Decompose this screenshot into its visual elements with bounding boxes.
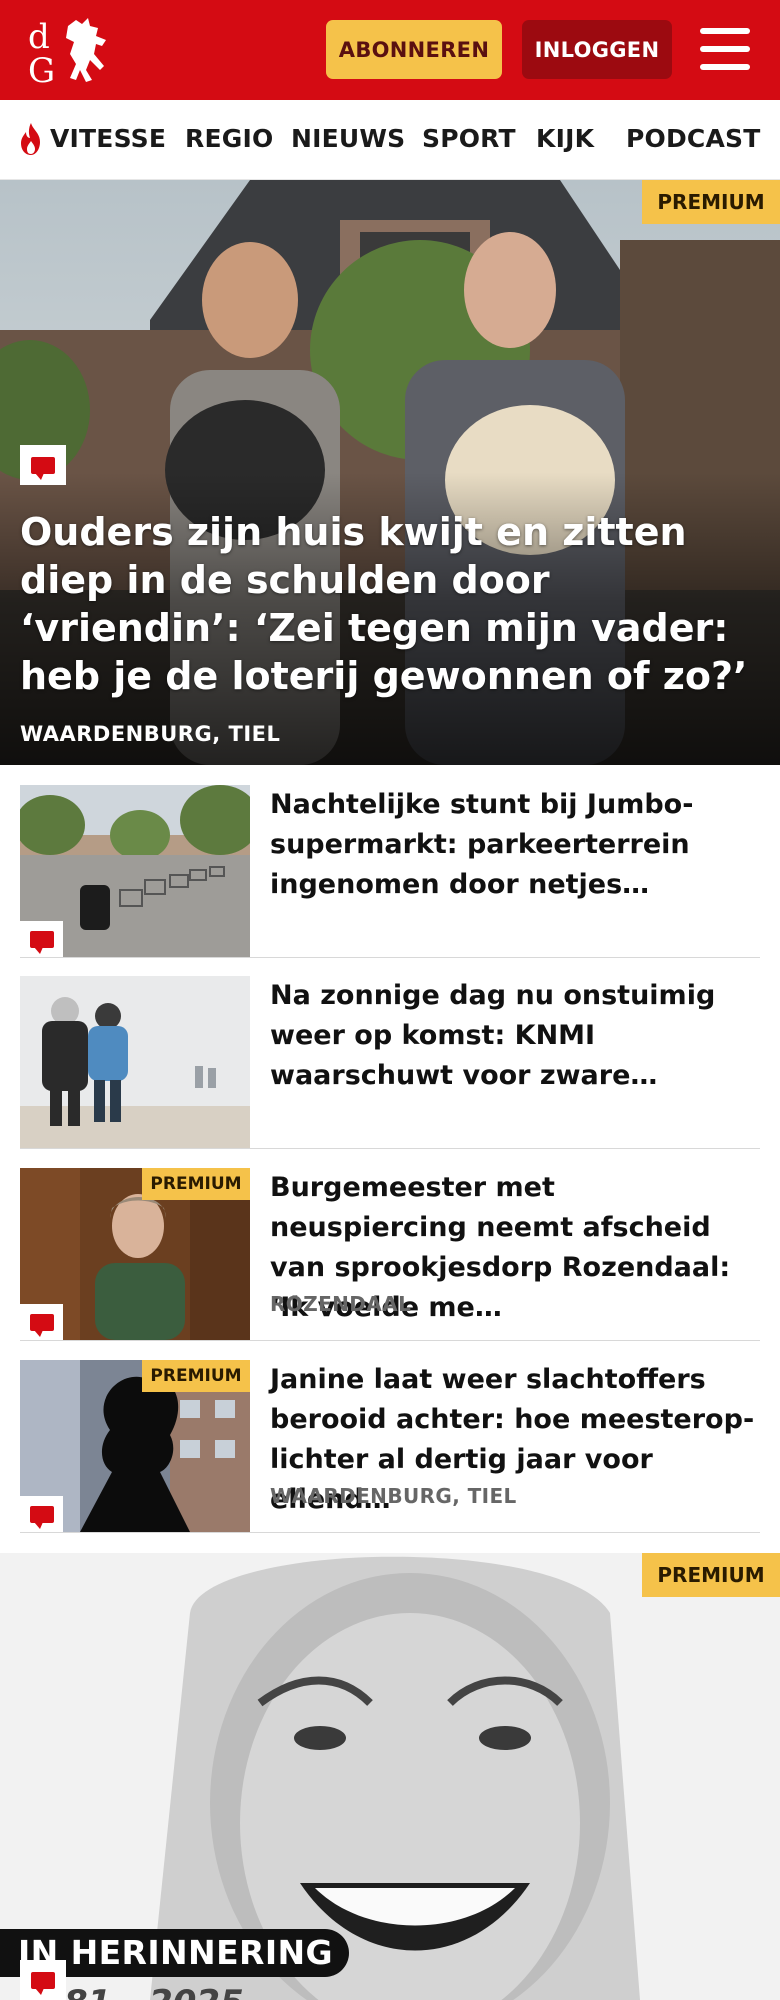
thumbnail-photo [20,976,250,1148]
comment-icon [20,1496,63,1532]
premium-badge: PREMIUM [642,1553,780,1597]
nav-item-sport[interactable]: SPORT [422,124,516,153]
svg-text:G: G [28,51,55,86]
article-headline[interactable]: Na zonnige dag nu onstuimig weer op koms… [270,976,760,1096]
comment-icon [20,1304,63,1340]
article-thumbnail [20,785,250,957]
hero-headline[interactable]: Ouders zijn huis kwijt en zitten diep in… [20,508,760,700]
top-header: d G ABONNEREN INLOGGEN [0,0,780,100]
nav-item-podcast[interactable]: PODCAST [626,124,760,153]
nav-item-kijk[interactable]: KIJK [536,124,594,153]
flame-icon [21,123,40,155]
list-item[interactable]: Na zonnige dag nu onstuimig weer op koms… [20,976,760,1149]
list-item[interactable]: Nachtelijke stunt bij Jumbo-supermarkt: … [20,785,760,958]
comment-icon [20,1960,66,2000]
subscribe-button[interactable]: ABONNEREN [326,20,502,79]
article-headline[interactable]: Nachtelijke stunt bij Jumbo-supermarkt: … [270,785,760,905]
nav-item-regio[interactable]: REGIO [185,124,273,153]
premium-badge: PREMIUM [642,180,780,224]
list-item[interactable]: PREMIUM Burgemeester met neuspiercing ne… [20,1168,760,1341]
nav-item-nieuws[interactable]: NIEUWS [291,124,405,153]
list-item[interactable]: PREMIUM Janine laat weer slachtoffers be… [20,1360,760,1533]
nav-item-vitesse[interactable]: VITESSE [50,124,166,153]
premium-badge: PREMIUM [142,1360,250,1392]
hero-article[interactable]: PREMIUM Ouders zijn huis kwijt en zitten… [0,180,780,765]
login-button[interactable]: INLOGGEN [522,20,672,79]
article-location: WAARDENBURG, TIEL [270,1484,517,1508]
article-thumbnail: PREMIUM [20,1168,250,1340]
article-thumbnail: PREMIUM [20,1360,250,1532]
menu-icon[interactable] [700,24,752,74]
comment-icon [20,445,66,485]
memorial-article[interactable]: PREMIUM IN HERINNERING …81 - 2025 [0,1553,780,2000]
hero-location: WAARDENBURG, TIEL [20,722,281,746]
premium-badge: PREMIUM [142,1168,250,1200]
comment-icon [20,921,63,957]
section-nav: VITESSE REGIO NIEUWS SPORT KIJK PODCAST [0,100,780,180]
article-location: ROZENDAAL [270,1292,412,1316]
dg-logo[interactable]: d G [26,14,116,86]
article-thumbnail [20,976,250,1148]
